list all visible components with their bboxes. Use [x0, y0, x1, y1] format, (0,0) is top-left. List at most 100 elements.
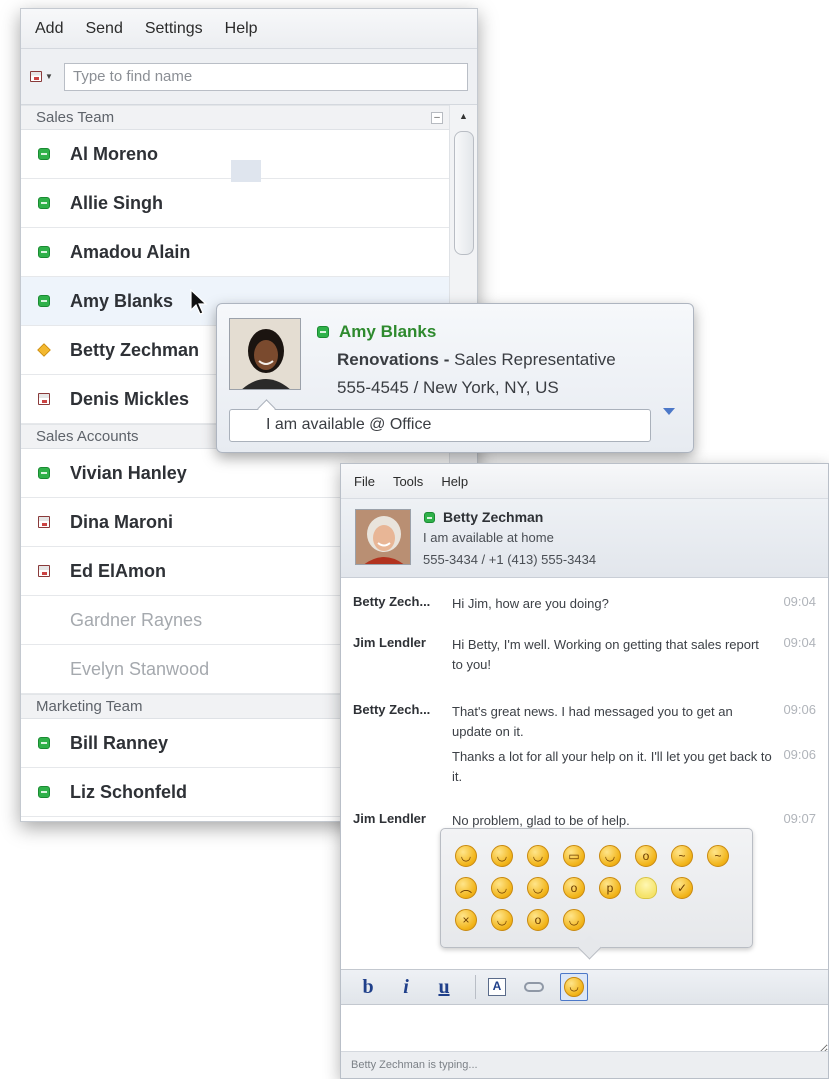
group-name: Marketing Team: [36, 698, 143, 715]
message-sender: Betty Zech...: [353, 594, 431, 609]
card-company: Renovations -: [337, 350, 450, 369]
crying-emoticon-icon[interactable]: o: [527, 909, 549, 931]
chat-contact-header: Betty Zechman I am available at home 555…: [341, 498, 828, 578]
chat-name-row: Betty Zechman: [424, 509, 543, 525]
content-emoticon-icon[interactable]: ◡: [491, 909, 513, 931]
chat-contact-name: Betty Zechman: [443, 509, 544, 525]
message-compose-input[interactable]: [341, 1005, 828, 1053]
search-input[interactable]: [64, 62, 468, 91]
status-online-icon: [38, 295, 50, 307]
status-online-icon: [38, 786, 50, 798]
contact-name: Al Moreno: [70, 143, 158, 164]
approve-emoticon-icon[interactable]: ✓: [671, 877, 693, 899]
link-icon[interactable]: [524, 982, 544, 992]
contact-name: Bill Ranney: [70, 732, 169, 753]
card-company-title: Renovations - Sales Representative: [337, 350, 616, 370]
contact-name: Liz Schonfeld: [70, 781, 187, 802]
typing-status: Betty Zechman is typing...: [341, 1051, 828, 1078]
group-header-sales-team[interactable]: Sales Team –: [21, 105, 451, 130]
message-time: 09:04: [783, 635, 816, 650]
smirk-emoticon-icon[interactable]: ◡: [527, 877, 549, 899]
formatting-toolbar: b i u A ◡: [341, 969, 828, 1005]
card-phone-location[interactable]: 555-4545 / New York, NY, US: [337, 378, 559, 398]
contact-name: Amy Blanks: [70, 290, 174, 311]
contact-name: Ed ElAmon: [70, 560, 167, 581]
status-online-icon: [424, 511, 435, 523]
laughing-emoticon-icon[interactable]: ◡: [563, 909, 585, 931]
chat-window: File Tools Help Betty Zechman I am avail…: [340, 463, 829, 1079]
status-online-icon: [317, 326, 329, 338]
chevron-down-icon: ▼: [45, 72, 53, 81]
status-online-icon: [38, 197, 50, 209]
contacts-menu-bar: Add Send Settings Help: [21, 9, 477, 49]
card-contact-name[interactable]: Amy Blanks: [339, 322, 436, 342]
blush-emoticon-icon[interactable]: ◡: [491, 877, 513, 899]
message-sender: Jim Lendler: [353, 635, 426, 650]
emoticon-picker: ◡ ◡ ◡ ▭ ◡ o ~ ~ ︵ ◡ ◡ o p ✓ × ◡ o ◡: [440, 828, 753, 948]
chat-contact-phone[interactable]: 555-3434 / +1 (413) 555-3434: [423, 552, 596, 567]
wink-emoticon-icon[interactable]: ◡: [527, 845, 549, 867]
teeth-emoticon-icon[interactable]: ▭: [563, 845, 585, 867]
contact-row[interactable]: Allie Singh: [21, 179, 451, 228]
smile-emoticon-icon[interactable]: ◡: [455, 845, 477, 867]
menu-file[interactable]: File: [354, 474, 375, 489]
drag-ghost: [231, 160, 261, 182]
contact-name: Denis Mickles: [70, 388, 190, 409]
view-toggle-button[interactable]: ▼: [30, 71, 64, 82]
status-offline-icon: [38, 614, 50, 626]
sad-emoticon-icon[interactable]: ︵: [455, 877, 477, 899]
contact-name: Vivian Hanley: [70, 462, 187, 483]
message-text: Hi Betty, I'm well. Working on getting t…: [452, 637, 759, 672]
contact-name: Dina Maroni: [70, 511, 174, 532]
contact-row[interactable]: Amadou Alain: [21, 228, 451, 277]
confused-emoticon-icon[interactable]: ~: [707, 845, 729, 867]
font-format-button[interactable]: A: [488, 978, 506, 996]
cool-emoticon-icon[interactable]: ◡: [599, 845, 621, 867]
grin-emoticon-icon[interactable]: ◡: [491, 845, 513, 867]
contact-photo: [355, 509, 411, 565]
contact-name: Evelyn Stanwood: [70, 658, 210, 679]
menu-tools[interactable]: Tools: [393, 474, 423, 489]
menu-help[interactable]: Help: [441, 474, 468, 489]
expand-card-icon[interactable]: [663, 408, 675, 415]
contact-card-icon: [30, 71, 42, 82]
search-row: ▼: [21, 49, 477, 105]
card-job-title: Sales Representative: [449, 350, 616, 369]
toolbar-divider: [475, 975, 476, 999]
message-text: Hi Jim, how are you doing?: [452, 596, 609, 611]
menu-settings[interactable]: Settings: [145, 20, 203, 38]
scroll-up-icon[interactable]: ▲: [450, 105, 477, 127]
menu-add[interactable]: Add: [35, 20, 63, 38]
status-away-icon: [37, 343, 51, 357]
message-time: 09:07: [783, 811, 816, 826]
smiley-icon: ◡: [564, 977, 584, 997]
chat-contact-note: I am available at home: [423, 530, 554, 545]
underline-button[interactable]: u: [435, 976, 453, 999]
message-sender: Betty Zech...: [353, 702, 431, 717]
surprised-emoticon-icon[interactable]: o: [635, 845, 657, 867]
card-status-note: I am available @ Office: [229, 409, 651, 442]
contact-name: Gardner Raynes: [70, 609, 203, 630]
collapse-icon[interactable]: –: [431, 112, 443, 124]
message-time: 09:06: [783, 747, 816, 762]
menu-help[interactable]: Help: [225, 20, 258, 38]
menu-send[interactable]: Send: [85, 20, 122, 38]
worried-emoticon-icon[interactable]: ~: [671, 845, 693, 867]
italic-button[interactable]: i: [397, 976, 415, 999]
status-busy-icon: [38, 393, 50, 405]
status-busy-icon: [38, 516, 50, 528]
group-name: Sales Accounts: [36, 428, 139, 445]
scroll-thumb[interactable]: [454, 131, 474, 255]
tongue-emoticon-icon[interactable]: p: [599, 877, 621, 899]
message-sender: Jim Lendler: [353, 811, 426, 826]
shocked-emoticon-icon[interactable]: o: [563, 877, 585, 899]
reject-emoticon-icon[interactable]: ×: [455, 909, 477, 931]
contact-name: Betty Zechman: [70, 339, 200, 360]
bold-button[interactable]: b: [359, 976, 377, 999]
lightbulb-emoticon-icon[interactable]: [635, 877, 657, 899]
contact-name: Amadou Alain: [70, 241, 191, 262]
card-name-row: Amy Blanks: [317, 322, 436, 342]
emoticon-button[interactable]: ◡: [560, 973, 588, 1001]
status-busy-icon: [38, 565, 50, 577]
message-time: 09:04: [783, 594, 816, 609]
